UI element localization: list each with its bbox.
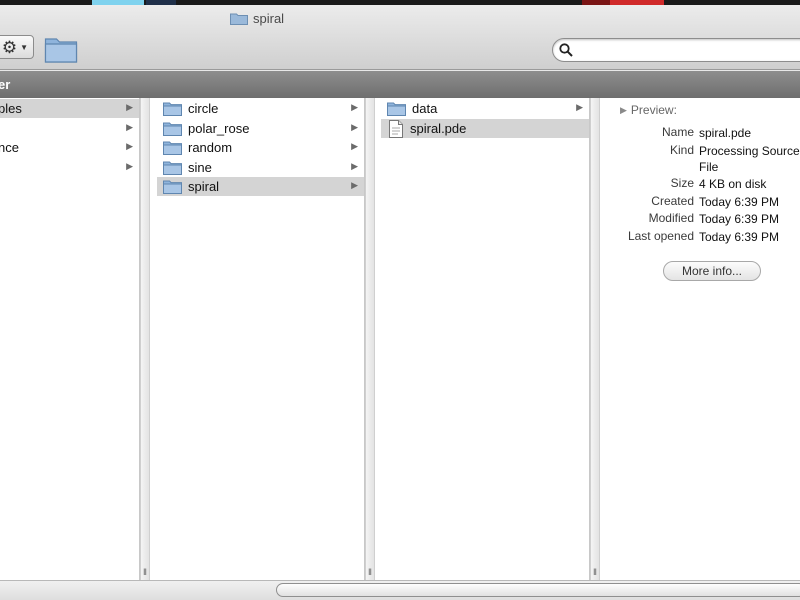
- chevron-right-icon: ▶: [351, 122, 358, 132]
- list-item[interactable]: polar_rose ▶: [157, 119, 364, 138]
- path-bar: er: [0, 71, 800, 98]
- chevron-right-icon: ▶: [351, 161, 358, 171]
- column-resize-handle[interactable]: II: [140, 98, 150, 580]
- list-item[interactable]: spiral.pde: [381, 119, 589, 138]
- folder-icon: [163, 122, 182, 136]
- disclosure-triangle-icon: ▶: [620, 104, 627, 115]
- info-value: Today 6:39 PM: [699, 212, 780, 226]
- document-icon: [389, 119, 403, 138]
- info-value: File: [699, 160, 719, 174]
- folder-icon: [163, 180, 182, 194]
- folder-icon: [163, 141, 182, 155]
- info-value: Today 6:39 PM: [699, 230, 780, 244]
- chevron-right-icon: ▶: [351, 180, 358, 190]
- chevron-right-icon: ▶: [126, 141, 133, 151]
- horizontal-scrollbar[interactable]: [0, 580, 800, 600]
- column-resize-handle[interactable]: II: [590, 98, 600, 580]
- column-browser: ples ▶ ▶ nce ▶ ▶ II circle ▶ polar_rose …: [0, 98, 800, 580]
- preview-pane: ▶ Preview: Name spiral.pde Kind Processi…: [604, 98, 800, 580]
- window-title: spiral: [230, 9, 284, 27]
- chevron-right-icon: ▶: [351, 102, 358, 112]
- chevron-right-icon: ▶: [126, 161, 133, 171]
- window-toolbar: spiral ⚙ ▼: [0, 5, 800, 70]
- folder-icon: [163, 102, 182, 116]
- list-item[interactable]: sine ▶: [157, 158, 364, 177]
- action-button[interactable]: ⚙ ▼: [0, 35, 34, 59]
- list-item[interactable]: random ▶: [157, 138, 364, 157]
- search-input[interactable]: [552, 38, 800, 62]
- info-key: Modified: [648, 211, 694, 225]
- info-value: Processing Source: [699, 144, 800, 158]
- window-title-text: spiral: [253, 10, 285, 26]
- list-item[interactable]: ples ▶: [0, 99, 139, 118]
- list-item[interactable]: data ▶: [381, 99, 589, 118]
- more-info-button[interactable]: More info...: [663, 261, 761, 281]
- column-3[interactable]: data ▶ spiral.pde: [381, 98, 590, 580]
- chevron-down-icon: ▼: [20, 42, 28, 52]
- info-value: Today 6:39 PM: [699, 195, 780, 209]
- chevron-right-icon: ▶: [126, 102, 133, 112]
- column-resize-handle[interactable]: II: [365, 98, 375, 580]
- list-item[interactable]: nce ▶: [0, 138, 139, 157]
- folder-icon: [230, 13, 248, 25]
- path-bar-label: er: [0, 77, 11, 92]
- gear-icon: ⚙: [1, 37, 18, 57]
- grip-icon: II: [143, 567, 147, 577]
- info-key: Size: [670, 176, 694, 190]
- list-item[interactable]: circle ▶: [157, 99, 364, 118]
- info-key: Kind: [669, 143, 694, 157]
- grip-icon: II: [368, 567, 372, 577]
- list-item[interactable]: ▶: [0, 119, 139, 138]
- info-key: Created: [651, 194, 694, 208]
- preview-header: Preview:: [630, 103, 677, 117]
- chevron-right-icon: ▶: [576, 102, 583, 112]
- grip-icon: II: [593, 567, 597, 577]
- info-value: 4 KB on disk: [699, 177, 767, 191]
- search-icon: [559, 43, 573, 57]
- folder-icon: [387, 102, 406, 116]
- info-value: spiral.pde: [699, 126, 752, 140]
- folder-icon: [163, 161, 182, 175]
- column-2[interactable]: circle ▶ polar_rose ▶ random ▶ sine ▶ sp…: [157, 98, 365, 580]
- info-key: Name: [661, 125, 694, 139]
- list-item[interactable]: spiral ▶: [157, 177, 364, 196]
- scrollbar-thumb[interactable]: [276, 583, 800, 597]
- new-folder-button[interactable]: [44, 33, 78, 65]
- list-item[interactable]: ▶: [0, 158, 139, 177]
- chevron-right-icon: ▶: [126, 122, 133, 132]
- column-1[interactable]: ples ▶ ▶ nce ▶ ▶: [0, 98, 140, 580]
- chevron-right-icon: ▶: [351, 141, 358, 151]
- preview-toggle[interactable]: ▶ Preview:: [620, 103, 677, 117]
- info-key: Last opened: [627, 229, 694, 243]
